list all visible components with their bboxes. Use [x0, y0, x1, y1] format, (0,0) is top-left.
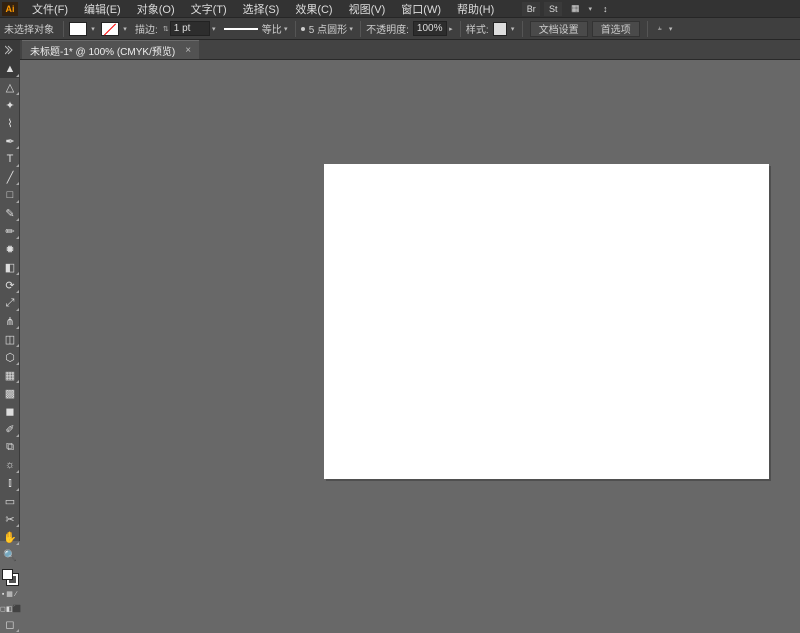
- stock-icon[interactable]: St: [544, 2, 562, 16]
- lasso-tool[interactable]: ⌇: [0, 114, 20, 132]
- line-tool[interactable]: ╱: [0, 168, 20, 186]
- menu-text[interactable]: 文字(T): [183, 1, 235, 17]
- panel-collapse-icon[interactable]: [0, 40, 20, 60]
- blend-tool[interactable]: ⧉: [0, 438, 20, 456]
- slice-tool[interactable]: ✂: [0, 510, 20, 528]
- stroke-weight-dd-icon[interactable]: ▾: [210, 22, 218, 36]
- document-tab-title: 未标题-1* @ 100% (CMYK/预览): [30, 43, 175, 58]
- rotate-tool[interactable]: ⟳: [0, 276, 20, 294]
- selection-tool[interactable]: ▲: [0, 60, 20, 78]
- opacity-input[interactable]: [413, 21, 447, 36]
- shape-builder-tool[interactable]: ⬡: [0, 348, 20, 366]
- eyedropper-tool[interactable]: ✐: [0, 420, 20, 438]
- opacity-dd-icon[interactable]: ▸: [447, 22, 455, 36]
- screen-mode-button[interactable]: ◻: [0, 615, 20, 633]
- symbol-sprayer-tool[interactable]: ☼: [0, 456, 20, 474]
- magic-wand-tool[interactable]: ✦: [0, 96, 20, 114]
- stroke-label: 描边:: [135, 21, 158, 36]
- eraser-tool[interactable]: ◧: [0, 258, 20, 276]
- menu-object[interactable]: 对象(O): [129, 1, 183, 17]
- gradient-mode-icon[interactable]: ▦: [6, 589, 13, 599]
- menu-bar: Ai 文件(F) 编辑(E) 对象(O) 文字(T) 选择(S) 效果(C) 视…: [0, 0, 800, 17]
- document-setup-button[interactable]: 文档设置: [530, 21, 588, 37]
- opacity-label: 不透明度:: [366, 21, 409, 36]
- stroke-weight-input[interactable]: [170, 21, 210, 36]
- tools-panel: ▲ △ ✦ ⌇ ✒ T ╱ □ ✎ ✏ ✹ ◧ ⟳ ⤢ ⋔ ◫ ⬡ ▦ ▩ ◼ …: [0, 60, 20, 541]
- bridge-icon[interactable]: Br: [522, 2, 540, 16]
- align-icon[interactable]: ⫨: [653, 22, 667, 36]
- brush-name: 5 点圆形: [309, 21, 347, 36]
- stroke-style-label: 等比: [262, 21, 282, 36]
- rectangle-tool[interactable]: □: [0, 186, 20, 204]
- none-mode-icon[interactable]: ∕: [13, 589, 19, 599]
- graphic-style-swatch[interactable]: [493, 22, 507, 36]
- stroke-stepper-icon[interactable]: ⇅: [162, 22, 170, 36]
- stroke-dropdown-icon[interactable]: ▾: [121, 22, 129, 36]
- zoom-tool[interactable]: 🔍: [0, 546, 20, 564]
- app-logo-icon: Ai: [2, 2, 18, 16]
- menu-select[interactable]: 选择(S): [235, 1, 288, 17]
- tab-close-icon[interactable]: ×: [185, 45, 191, 56]
- menu-effect[interactable]: 效果(C): [287, 1, 340, 17]
- menu-edit[interactable]: 编辑(E): [76, 1, 129, 17]
- menu-view[interactable]: 视图(V): [341, 1, 394, 17]
- selection-status: 未选择对象: [4, 21, 54, 36]
- perspective-grid-tool[interactable]: ▦: [0, 366, 20, 384]
- arrange-documents-icon[interactable]: ▦: [566, 2, 584, 16]
- menu-file[interactable]: 文件(F): [24, 1, 76, 17]
- style-dd-icon[interactable]: ▾: [509, 22, 517, 36]
- draw-behind-icon[interactable]: ◧: [6, 603, 13, 615]
- stroke-style-dd-icon[interactable]: ▾: [282, 22, 290, 36]
- type-tool[interactable]: T: [0, 150, 20, 168]
- blob-brush-tool[interactable]: ✹: [0, 240, 20, 258]
- column-graph-tool[interactable]: ⫾: [0, 474, 20, 492]
- pen-tool[interactable]: ✒: [0, 132, 20, 150]
- stroke-swatch[interactable]: [101, 22, 119, 36]
- brush-sample-icon: [301, 27, 305, 31]
- preferences-button[interactable]: 首选项: [592, 21, 640, 37]
- menu-help[interactable]: 帮助(H): [449, 1, 502, 17]
- align-dd-icon[interactable]: ▾: [667, 22, 675, 36]
- free-transform-tool[interactable]: ◫: [0, 330, 20, 348]
- fill-dropdown-icon[interactable]: ▾: [89, 22, 97, 36]
- style-label: 样式:: [466, 21, 489, 36]
- document-tab[interactable]: 未标题-1* @ 100% (CMYK/预览) ×: [22, 40, 199, 59]
- workspace-switch-icon[interactable]: ↕: [596, 2, 614, 16]
- document-tab-bar: 未标题-1* @ 100% (CMYK/预览) ×: [0, 40, 800, 60]
- canvas-area[interactable]: [20, 60, 800, 541]
- width-tool[interactable]: ⋔: [0, 312, 20, 330]
- fill-swatch[interactable]: [69, 22, 87, 36]
- menu-window[interactable]: 窗口(W): [393, 1, 449, 17]
- brush-dd-icon[interactable]: ▾: [347, 22, 355, 36]
- mesh-tool[interactable]: ▩: [0, 384, 20, 402]
- scale-tool[interactable]: ⤢: [0, 294, 20, 312]
- gradient-tool[interactable]: ◼: [0, 402, 20, 420]
- fill-stroke-control[interactable]: [0, 567, 20, 589]
- paintbrush-tool[interactable]: ✎: [0, 204, 20, 222]
- direct-selection-tool[interactable]: △: [0, 78, 20, 96]
- draw-inside-icon[interactable]: ⬛: [12, 603, 21, 615]
- control-bar: 未选择对象 ▾ ▾ 描边: ⇅ ▾ 等比 ▾ 5 点圆形 ▾ 不透明度: ▸ 样…: [0, 17, 800, 40]
- arrange-documents-dd-icon[interactable]: ▾: [586, 2, 594, 16]
- default-fill-icon[interactable]: [2, 569, 13, 580]
- stroke-profile-icon[interactable]: [224, 28, 258, 30]
- artboard-tool[interactable]: ▭: [0, 492, 20, 510]
- pencil-tool[interactable]: ✏: [0, 222, 20, 240]
- hand-tool[interactable]: ✋: [0, 528, 20, 546]
- artboard[interactable]: [324, 164, 769, 479]
